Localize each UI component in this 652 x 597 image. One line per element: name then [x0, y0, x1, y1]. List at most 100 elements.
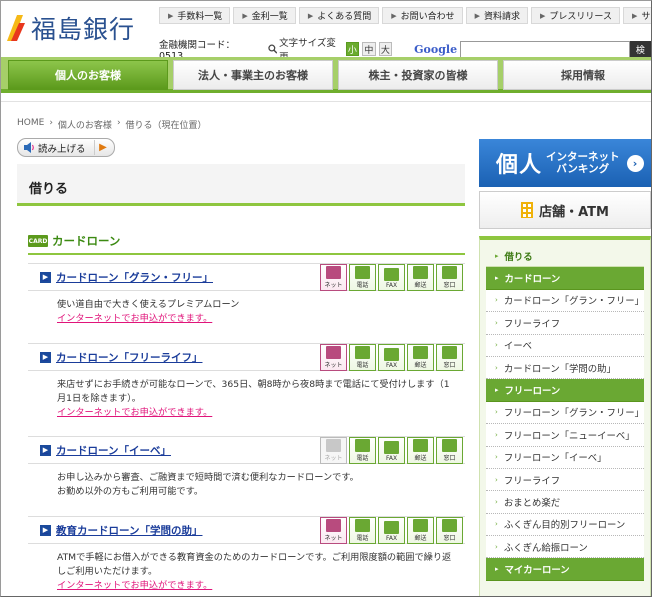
mail-channel-icon: 郵送 [407, 517, 434, 544]
apply-online-link[interactable]: インターネットでお申込ができます。 [57, 406, 465, 420]
channel-label: ネット [324, 362, 343, 369]
local-nav-category[interactable]: ▸ フリーローン [486, 379, 644, 402]
counter-channel-icon: 窓口 [436, 264, 463, 291]
breadcrumb-home[interactable]: HOME [17, 118, 44, 131]
bank-logo[interactable]: 福島銀行 [5, 11, 135, 45]
local-nav-label: カードローン「学問の助」 [503, 363, 616, 375]
local-nav-category[interactable]: ▸ カードローン [486, 267, 644, 290]
store-atm-label: 店舗・ATM [539, 204, 609, 220]
internet-banking-banner[interactable]: 個人 インターネット バンキング › [479, 139, 651, 187]
product-name: カードローン「グラン・フリー」 [56, 271, 213, 284]
local-nav-item[interactable]: › フリーローン「グラン・フリー」 [486, 401, 644, 425]
font-size-large-button[interactable]: 大 [378, 42, 393, 56]
local-nav-label: イーベ [503, 341, 532, 353]
local-nav-category[interactable]: ▸ マイカーローン [486, 558, 644, 581]
local-nav-item[interactable]: › カードローン「グラン・フリー」 [486, 289, 644, 313]
local-nav-item[interactable]: › ふくぎん給振ローン [486, 536, 644, 559]
section-rule [28, 253, 465, 255]
font-size-small-button[interactable]: 小 [345, 42, 360, 56]
product-description: 使い道自由で大きく使えるプレミアムローン [57, 299, 240, 310]
product-header: ▶ 教育カードローン「学問の助」 ネット 電話 FAX 郵送 窓口 [28, 516, 465, 544]
apply-online-link[interactable]: インターネットでお申込ができます。 [57, 312, 465, 326]
section-heading: CARD カードローン [28, 233, 120, 249]
phone-channel-icon: 電話 [349, 517, 376, 544]
fax-channel-icon: FAX [378, 264, 405, 291]
util-link-sitemap[interactable]: ▶サイトマップ [622, 7, 651, 24]
channel-label: FAX [385, 535, 398, 542]
apply-online-link[interactable]: インターネットでお申込ができます。 [57, 579, 465, 593]
phone-channel-icon: 電話 [349, 344, 376, 371]
util-link-brochure[interactable]: ▶ 資料請求 [465, 7, 529, 24]
net-channel-disabled-icon: ネット [320, 437, 347, 464]
local-nav-item[interactable]: › おまとめ楽だ [486, 491, 644, 514]
product-item: ▶ カードローン「グラン・フリー」 ネット 電話 FAX 郵送 窓口 使い道自由で… [28, 263, 465, 326]
product-description: ATMで手軽にお借入ができる教育資金のためのカードローンです。ご利用限度額の範囲… [57, 552, 452, 577]
gnav-corporate[interactable]: 法人・事業主のお客様 [173, 60, 333, 90]
arrow-right-icon: ▶ [391, 11, 397, 20]
util-link-contact[interactable]: ▶ お問い合わせ [382, 7, 463, 24]
gnav-investors[interactable]: 株主・投資家の皆様 [338, 60, 498, 90]
magnifier-icon [267, 44, 277, 54]
local-nav-label: フリーローン「イーベ」 [503, 453, 607, 465]
channel-icons: ネット 電話 FAX 郵送 窓口 [320, 517, 463, 544]
product-description: お申し込みから審査、ご融資まで短時間で済む便利なカードローンです。 お勤め以外の… [57, 472, 359, 497]
arrow-right-icon: ▶ [631, 11, 638, 20]
local-nav-item[interactable]: › ふくぎん目的別フリーローン [486, 513, 644, 537]
channel-label: 郵送 [414, 282, 427, 289]
breadcrumb-separator-icon: › [116, 118, 121, 128]
gnav-recruit[interactable]: 採用情報 [503, 60, 651, 90]
ib-banner-title: 個人 [496, 153, 543, 178]
mail-channel-icon: 郵送 [407, 264, 434, 291]
channel-glyph-icon [442, 439, 457, 452]
local-nav-item[interactable]: › フリーライフ [486, 468, 644, 492]
local-nav-top[interactable]: ▸ 借りる [486, 245, 644, 268]
mail-channel-icon: 郵送 [407, 437, 434, 464]
channel-glyph-icon [326, 346, 341, 359]
search-input[interactable] [460, 40, 630, 58]
product-link[interactable]: ▶ カードローン「フリーライフ」 [40, 350, 202, 365]
util-link-fees[interactable]: ▶ 手数料一覧 [159, 7, 231, 24]
product-link[interactable]: ▶ 教育カードローン「学問の助」 [40, 523, 202, 538]
channel-label: 電話 [356, 535, 369, 542]
util-link-label: よくある質問 [317, 12, 372, 22]
channel-label: 電話 [356, 362, 369, 369]
bullet-icon: ▸ [495, 274, 499, 283]
product-description: 来店せずにお手続きが可能なローンで、365日、朝8時から夜8時まで電話にて受付け… [57, 379, 450, 404]
gnav-personal[interactable]: 個人のお客様 [8, 60, 168, 90]
bullet-icon: ▸ [495, 565, 499, 574]
channel-glyph-icon [413, 439, 428, 452]
phone-channel-icon: 電話 [349, 437, 376, 464]
bullet-icon: › [495, 520, 498, 529]
read-aloud-button[interactable]: 読み上げる ▶ [17, 138, 115, 157]
local-nav-item[interactable]: › フリーライフ [486, 312, 644, 335]
channel-icons: ネット 電話 FAX 郵送 窓口 [320, 437, 463, 464]
util-link-faq[interactable]: ▶ よくある質問 [298, 7, 380, 24]
local-nav-item[interactable]: › イーベ [486, 334, 644, 357]
store-atm-banner[interactable]: 店舗・ATM [479, 191, 651, 229]
bullet-icon: › [495, 542, 498, 551]
search-button[interactable]: 検 [629, 40, 651, 58]
local-nav-item[interactable]: › フリーローン「イーベ」 [486, 446, 644, 469]
product-link[interactable]: ▶ カードローン「グラン・フリー」 [40, 270, 213, 285]
arrow-right-icon: ▶ [40, 351, 51, 363]
channel-label: ネット [324, 282, 343, 289]
product-header: ▶ カードローン「グラン・フリー」 ネット 電話 FAX 郵送 窓口 [28, 263, 465, 291]
util-link-rates[interactable]: ▶ 金利一覧 [233, 7, 296, 24]
font-size-medium-button[interactable]: 中 [362, 42, 376, 56]
local-nav-item[interactable]: › カードローン「学問の助」 [486, 356, 644, 380]
local-nav-item[interactable]: › フリーローン「ニューイーベ」 [486, 424, 644, 447]
local-nav-label: カードローン [504, 274, 561, 286]
util-link-label: サイトマップ [641, 12, 651, 22]
channel-glyph-icon [384, 348, 399, 361]
product-link[interactable]: ▶ カードローン「イーベ」 [40, 443, 171, 458]
arrow-right-icon: ▶ [540, 11, 546, 20]
play-icon: ▶ [93, 140, 112, 155]
logo-mark-icon [7, 15, 25, 41]
util-link-press[interactable]: ▶ プレスリリース [531, 7, 620, 24]
arrow-right-icon: ▶ [242, 11, 248, 20]
product-item: ▶ カードローン「フリーライフ」 ネット 電話 FAX 郵送 窓口 来店せずにお手… [28, 343, 465, 420]
bullet-icon: › [495, 475, 498, 484]
mail-channel-icon: 郵送 [407, 344, 434, 371]
bullet-icon: › [495, 453, 498, 462]
breadcrumb-personal[interactable]: 個人のお客様 [58, 118, 112, 131]
